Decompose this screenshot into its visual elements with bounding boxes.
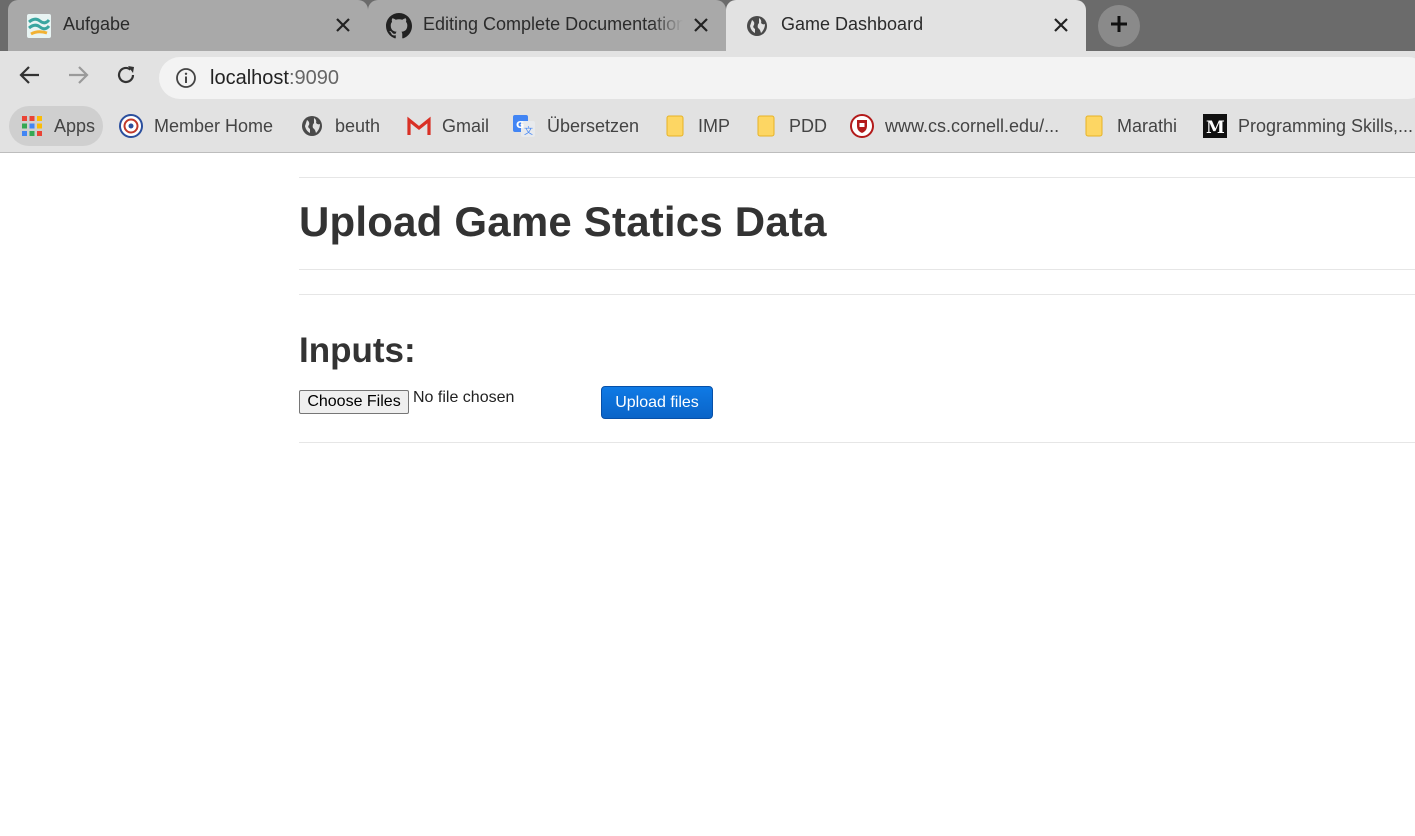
bookmark-member-home[interactable]: Member Home [109, 106, 273, 146]
bookmark-cornell[interactable]: www.cs.cornell.edu/... [840, 106, 1059, 146]
aufgabe-logo-icon [26, 13, 52, 39]
bookmark-label: www.cs.cornell.edu/... [885, 115, 1060, 136]
divider [299, 177, 1415, 178]
tab-game-dashboard[interactable]: Game Dashboard [726, 0, 1086, 51]
svg-text:G: G [516, 120, 524, 131]
apps-grid-icon [19, 113, 45, 139]
medium-icon: M [1202, 113, 1228, 139]
tab-title: Game Dashboard [781, 14, 924, 34]
bookmark-apps[interactable]: Apps [9, 106, 103, 146]
new-tab-button[interactable] [1098, 5, 1140, 47]
bookmark-pdd[interactable]: PDD [744, 106, 827, 146]
cornell-shield-icon [849, 113, 875, 139]
bookmark-label: Gmail [442, 115, 490, 136]
tab-editing-documentation[interactable]: Editing Complete Documentation [368, 0, 726, 51]
info-icon[interactable] [175, 67, 197, 89]
page-title: Upload Game Statics Data [299, 198, 827, 245]
arrow-right-icon [67, 64, 89, 91]
bookmark-gmail[interactable]: Gmail [397, 106, 489, 146]
divider [299, 294, 1415, 295]
folder-icon [753, 113, 779, 139]
globe-icon [744, 13, 770, 39]
arrow-left-icon [19, 64, 41, 91]
choose-files-button[interactable]: Choose Files [299, 390, 409, 414]
bookmark-imp[interactable]: IMP [653, 106, 730, 146]
browser-toolbar: localhost:9090 [0, 51, 1415, 103]
globe-icon [299, 113, 325, 139]
bookmark-label: Übersetzen [547, 115, 640, 136]
folder-icon [662, 113, 688, 139]
file-status-text: No file chosen [413, 389, 515, 406]
plus-icon [1109, 14, 1129, 39]
tab-aufgabe[interactable]: Aufgabe [8, 0, 368, 51]
url-host: localhost [210, 67, 289, 89]
tab-title: Aufgabe [63, 14, 131, 34]
reload-icon [115, 64, 137, 91]
folder-icon [1081, 113, 1107, 139]
close-icon[interactable] [332, 14, 354, 36]
divider [299, 269, 1415, 270]
upload-files-button[interactable]: Upload files [601, 386, 713, 419]
address-bar[interactable]: localhost:9090 [159, 57, 1415, 99]
bookmark-label: PDD [789, 115, 828, 136]
tab-title: Editing Complete Documentation [423, 14, 683, 34]
bookmark-beuth[interactable]: beuth [290, 106, 380, 146]
url-port: :9090 [288, 67, 339, 89]
bookmark-marathi[interactable]: Marathi [1072, 106, 1177, 146]
forward-button[interactable] [62, 61, 94, 93]
svg-text:文: 文 [524, 125, 533, 137]
bookmark-label: Member Home [154, 115, 274, 136]
divider [299, 442, 1415, 443]
bookmark-label: Marathi [1117, 115, 1178, 136]
tab-strip: Aufgabe Editing Complete Documentation G… [0, 0, 1415, 51]
reload-button[interactable] [110, 61, 142, 93]
emblem-icon [118, 113, 144, 139]
back-button[interactable] [14, 61, 46, 93]
gmail-icon [406, 113, 432, 139]
close-icon[interactable] [690, 14, 712, 36]
section-title: Inputs: [299, 331, 416, 370]
bookmarks-bar: Apps Member Home beuth Gmail G 文 Überset… [0, 103, 1415, 153]
bookmark-label: Apps [54, 115, 96, 136]
bookmark-programming-skills[interactable]: M Programming Skills,... [1193, 106, 1413, 146]
close-icon[interactable] [1050, 14, 1072, 36]
url-text: localhost:9090 [210, 67, 339, 90]
bookmark-label: Programming Skills,... [1238, 115, 1414, 136]
svg-text:M: M [1206, 118, 1225, 138]
bookmark-uebersetzen[interactable]: G 文 Übersetzen [502, 106, 639, 146]
bookmark-label: beuth [335, 115, 381, 136]
github-icon [386, 13, 412, 39]
google-translate-icon: G 文 [511, 113, 537, 139]
bookmark-label: IMP [698, 115, 731, 136]
